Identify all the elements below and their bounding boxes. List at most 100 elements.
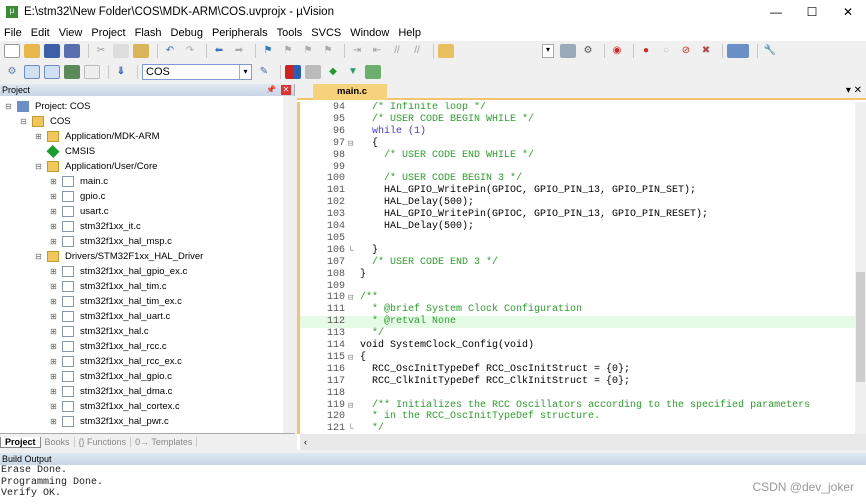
find-dropdown[interactable]: ▾ — [542, 43, 554, 58]
expand-toggle-icon[interactable]: ⊞ — [49, 354, 58, 369]
paste-icon[interactable] — [133, 43, 149, 58]
select-software-packs-icon[interactable]: ▼ — [345, 65, 361, 79]
batch-build-icon[interactable] — [64, 65, 80, 79]
cut-icon[interactable]: ✂ — [93, 44, 109, 58]
nav-forward-icon[interactable]: ➡ — [231, 44, 247, 58]
expand-toggle-icon[interactable]: ⊞ — [49, 234, 58, 249]
menu-svcs[interactable]: SVCS — [311, 27, 341, 39]
menu-file[interactable]: File — [4, 27, 22, 39]
code-area[interactable]: 94 /* Infinite loop */95 /* USER CODE BE… — [297, 102, 855, 434]
clear-bookmarks-icon[interactable]: ⚑ — [320, 44, 336, 58]
debug-session-icon[interactable]: ◉ — [609, 44, 625, 58]
window-layout-icon[interactable] — [727, 43, 749, 58]
pack-installer-icon[interactable]: ◆ — [325, 65, 341, 79]
tree-item[interactable]: ⊞ stm32f1xx_hal_rcc_ex.c — [49, 354, 182, 369]
expand-toggle-icon[interactable]: ⊞ — [49, 309, 58, 324]
expand-toggle-icon[interactable]: ⊞ — [49, 294, 58, 309]
tree-item[interactable]: ⊞ stm32f1xx_hal_rcc.c — [49, 339, 167, 354]
fold-marker-icon[interactable]: └ — [348, 245, 357, 257]
save-icon[interactable] — [44, 43, 60, 58]
fold-marker-icon[interactable]: └ — [348, 423, 357, 434]
tree-item[interactable]: ⊞ stm32f1xx_hal_pwr.c — [49, 414, 169, 429]
tree-item[interactable]: ⊞ stm32f1xx_hal_gpio_ex.c — [49, 264, 187, 279]
kill-all-breakpoints-icon[interactable]: ✖ — [698, 44, 714, 58]
undo-icon[interactable]: ↶ — [162, 44, 178, 58]
expand-toggle-icon[interactable]: ⊞ — [49, 279, 58, 294]
nav-back-icon[interactable]: ⬅ — [211, 44, 227, 58]
uncomment-icon[interactable]: // — [409, 44, 425, 58]
disable-breakpoint-icon[interactable]: ○ — [658, 44, 674, 58]
menu-debug[interactable]: Debug — [171, 27, 203, 39]
prev-bookmark-icon[interactable]: ⚑ — [280, 44, 296, 58]
menu-view[interactable]: View — [59, 27, 83, 39]
expand-toggle-icon[interactable]: ⊞ — [49, 219, 58, 234]
expand-toggle-icon[interactable]: ⊞ — [49, 324, 58, 339]
editor-vertical-scrollbar[interactable] — [855, 102, 866, 434]
menu-tools[interactable]: Tools — [277, 27, 303, 39]
tab-templates[interactable]: 0→ Templates — [131, 437, 198, 447]
tree-item[interactable]: ⊞ stm32f1xx_hal_tim.c — [49, 279, 167, 294]
tab-functions[interactable]: {} Functions — [75, 437, 132, 447]
menu-project[interactable]: Project — [91, 27, 125, 39]
expand-toggle-icon[interactable]: ⊞ — [49, 189, 58, 204]
tab-project[interactable]: Project — [0, 436, 41, 448]
target-select[interactable]: COS ▾ — [142, 64, 252, 80]
fold-marker-icon[interactable]: ⊟ — [348, 400, 357, 412]
save-all-icon[interactable] — [64, 43, 80, 58]
fold-marker-icon[interactable]: ⊟ — [348, 138, 357, 150]
tab-books[interactable]: Books — [41, 437, 75, 447]
tree-item[interactable]: ⊟ Application/User/Core — [34, 159, 157, 174]
open-file-icon[interactable] — [24, 43, 40, 58]
file-extensions-icon[interactable] — [305, 65, 321, 79]
build-output-text[interactable]: Erase Done. Programming Done. Verify OK. — [0, 465, 866, 500]
expand-toggle-icon[interactable]: ⊟ — [34, 249, 43, 264]
target-options-icon[interactable]: ✎ — [256, 65, 272, 79]
rebuild-icon[interactable] — [44, 65, 60, 79]
fold-marker-icon[interactable]: ⊟ — [348, 352, 357, 364]
tree-item[interactable]: ⊟ COS — [19, 114, 71, 129]
comment-icon[interactable]: // — [389, 44, 405, 58]
tree-item[interactable]: ⊞ stm32f1xx_hal_cortex.c — [49, 399, 180, 414]
expand-toggle-icon[interactable]: ⊞ — [49, 339, 58, 354]
tree-item[interactable]: ⊞ main.c — [49, 174, 108, 189]
download-icon[interactable]: ⇓ — [113, 65, 129, 79]
new-file-icon[interactable] — [4, 43, 20, 58]
pin-icon[interactable]: 📌 — [266, 84, 276, 96]
expand-toggle-icon[interactable]: ⊟ — [19, 114, 28, 129]
redo-icon[interactable]: ↷ — [182, 44, 198, 58]
expand-toggle-icon[interactable]: ⊞ — [49, 414, 58, 429]
expand-toggle-icon[interactable]: ⊞ — [49, 399, 58, 414]
tree-item[interactable]: ⊞ gpio.c — [49, 189, 105, 204]
menu-help[interactable]: Help — [398, 27, 421, 39]
configure-icon[interactable]: 🔧 — [762, 44, 778, 58]
indent-icon[interactable]: ⇥ — [349, 44, 365, 58]
incremental-find-icon[interactable] — [560, 43, 576, 58]
menu-window[interactable]: Window — [350, 27, 389, 39]
bookmark-icon[interactable]: ⚑ — [260, 44, 276, 58]
close-button[interactable]: ✕ — [830, 0, 866, 24]
menu-edit[interactable]: Edit — [31, 27, 50, 39]
unindent-icon[interactable]: ⇤ — [369, 44, 385, 58]
expand-toggle-icon[interactable]: ⊟ — [4, 99, 13, 114]
tree-item[interactable]: ⊞ stm32f1xx_hal_gpio.c — [49, 369, 172, 384]
expand-toggle-icon[interactable]: ⊞ — [49, 369, 58, 384]
menu-flash[interactable]: Flash — [135, 27, 162, 39]
copy-icon[interactable] — [113, 43, 129, 58]
expand-toggle-icon[interactable]: ⊞ — [49, 174, 58, 189]
find-in-files-icon[interactable] — [438, 43, 454, 58]
scroll-thumb[interactable] — [856, 272, 865, 382]
tree-item[interactable]: ⊟ Drivers/STM32F1xx_HAL_Driver — [34, 249, 203, 264]
project-scrollbar[interactable] — [283, 96, 295, 433]
expand-toggle-icon[interactable]: ⊞ — [34, 129, 43, 144]
expand-toggle-icon[interactable]: ⊟ — [34, 159, 43, 174]
tree-item[interactable]: ⊞ stm32f1xx_it.c — [49, 219, 141, 234]
manage-components-icon[interactable] — [285, 65, 301, 79]
editor-horizontal-scrollbar[interactable]: ‹ — [300, 434, 866, 450]
stop-build-icon[interactable] — [84, 65, 100, 79]
tree-item[interactable]: ⊞ usart.c — [49, 204, 109, 219]
close-panel-icon[interactable]: ✕ — [281, 85, 291, 95]
menu-peripherals[interactable]: Peripherals — [212, 27, 268, 39]
tab-main-c[interactable]: main.c — [313, 84, 387, 100]
run-time-environment-icon[interactable] — [365, 65, 381, 79]
breakpoint-icon[interactable]: ● — [638, 44, 654, 58]
